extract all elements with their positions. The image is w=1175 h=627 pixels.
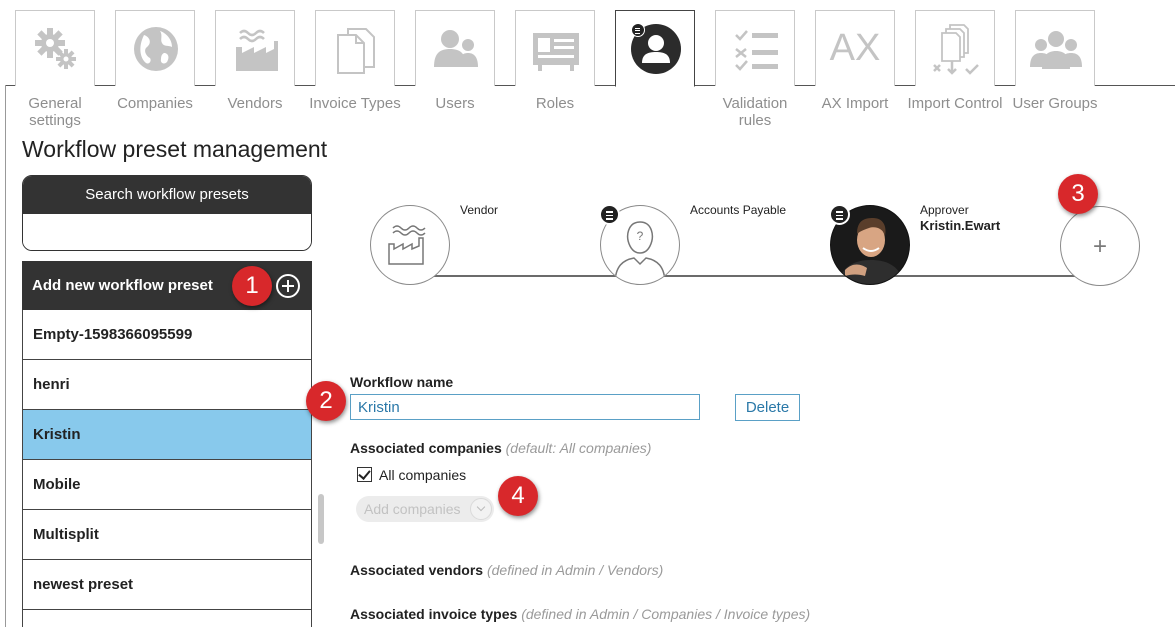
- checklist-icon: [735, 30, 778, 71]
- tab-label-invoice-types: Invoice Types: [309, 95, 401, 112]
- step-title-vendor: Vendor: [460, 203, 499, 217]
- globe-icon: [134, 27, 178, 71]
- workflow-step-vendor[interactable]: [370, 205, 450, 285]
- preset-list-scrollbar[interactable]: [318, 494, 324, 544]
- associated-companies-hint: (default: All companies): [505, 440, 652, 456]
- import-stack-icon: [933, 24, 979, 75]
- step-menu-icon[interactable]: [599, 204, 620, 225]
- step-menu-icon[interactable]: [829, 204, 850, 225]
- preset-list: Empty-1598366095599 henri Kristin Mobile…: [22, 310, 312, 627]
- tab-label-user-groups: User Groups: [1012, 95, 1098, 112]
- tab-label-ax-import: AX Import: [821, 95, 889, 112]
- all-companies-label: All companies: [379, 467, 467, 483]
- callout-3: 3: [1058, 174, 1098, 214]
- gears-icon: [35, 28, 76, 69]
- callout-1: 1: [232, 266, 272, 306]
- content-left-border: [5, 85, 6, 627]
- step-title-accounts-payable: Accounts Payable: [690, 203, 787, 217]
- associated-invoice-types-label: Associated invoice types (defined in Adm…: [350, 606, 810, 622]
- preset-item[interactable]: [22, 610, 312, 627]
- associated-vendors-title: Associated vendors: [350, 562, 484, 578]
- preset-item[interactable]: Empty-1598366095599: [22, 310, 312, 360]
- step-user-approver: Kristin.Ewart: [920, 218, 1001, 233]
- factory-icon: [236, 29, 278, 71]
- tab-label-companies: Companies: [117, 95, 193, 112]
- tab-general-settings[interactable]: [15, 10, 95, 86]
- tab-import-control[interactable]: [915, 10, 995, 86]
- preset-item[interactable]: newest preset: [22, 560, 312, 610]
- step-title-approver: Approver: [920, 203, 969, 217]
- preset-item[interactable]: Mobile: [22, 460, 312, 510]
- delete-button[interactable]: Delete: [735, 394, 800, 421]
- associated-invoice-types-hint: (defined in Admin / Companies / Invoice …: [521, 606, 811, 622]
- ax-text-icon: AX: [829, 27, 881, 69]
- add-circle-icon[interactable]: [276, 274, 300, 298]
- id-card-icon: [533, 33, 579, 71]
- search-presets-panel: Search workflow presets: [22, 175, 312, 251]
- associated-vendors-hint: (defined in Admin / Vendors): [486, 562, 664, 578]
- preset-item[interactable]: Multisplit: [22, 510, 312, 560]
- workflow-name-input[interactable]: [350, 394, 700, 420]
- preset-item[interactable]: henri: [22, 360, 312, 410]
- search-presets-title: Search workflow presets: [23, 176, 311, 214]
- associated-companies-label: Associated companies (default: All compa…: [350, 440, 651, 456]
- workflow-connector-line: [410, 275, 1100, 277]
- menu-badge-icon: [631, 23, 645, 37]
- user-groups-icon: [1030, 31, 1082, 69]
- all-companies-checkbox[interactable]: [357, 467, 372, 482]
- callout-4: 4: [498, 476, 538, 516]
- tab-user-groups[interactable]: [1015, 10, 1095, 86]
- tab-roles[interactable]: [515, 10, 595, 86]
- tab-vendors[interactable]: [215, 10, 295, 86]
- associated-invoice-types-title: Associated invoice types: [350, 606, 518, 622]
- svg-text:?: ?: [637, 229, 644, 243]
- documents-icon: [337, 28, 375, 74]
- tab-label-import-control: Import Control: [907, 95, 1003, 112]
- tab-label-validation-rules: Validation rules: [722, 95, 788, 129]
- tab-users[interactable]: [415, 10, 495, 86]
- add-workflow-step-button[interactable]: +: [1060, 206, 1140, 286]
- tab-workflow-presets[interactable]: [615, 10, 695, 87]
- tab-validation-rules[interactable]: [715, 10, 795, 86]
- chevron-down-icon[interactable]: [470, 498, 492, 520]
- search-presets-input[interactable]: [23, 214, 311, 250]
- tab-companies[interactable]: [115, 10, 195, 86]
- associated-companies-title: Associated companies: [350, 440, 502, 456]
- add-companies-placeholder: Add companies: [364, 501, 461, 517]
- tab-label-general-settings: General settings: [28, 95, 82, 129]
- page-title: Workflow preset management: [22, 136, 328, 162]
- workflow-name-label: Workflow name: [350, 374, 454, 390]
- associated-vendors-label: Associated vendors (defined in Admin / V…: [350, 562, 663, 578]
- add-new-preset-label: Add new workflow preset: [32, 277, 213, 294]
- factory-icon: [388, 225, 426, 265]
- tab-ax-import[interactable]: AX: [815, 10, 895, 86]
- tab-label-users: Users: [435, 95, 475, 112]
- preset-item-selected[interactable]: Kristin: [22, 410, 312, 460]
- tab-label-roles: Roles: [535, 95, 575, 112]
- tab-label-vendors: Vendors: [227, 95, 283, 112]
- tab-invoice-types[interactable]: [315, 10, 395, 86]
- add-companies-select[interactable]: Add companies: [356, 496, 494, 522]
- users-icon: [434, 30, 478, 67]
- callout-2: 2: [306, 381, 346, 421]
